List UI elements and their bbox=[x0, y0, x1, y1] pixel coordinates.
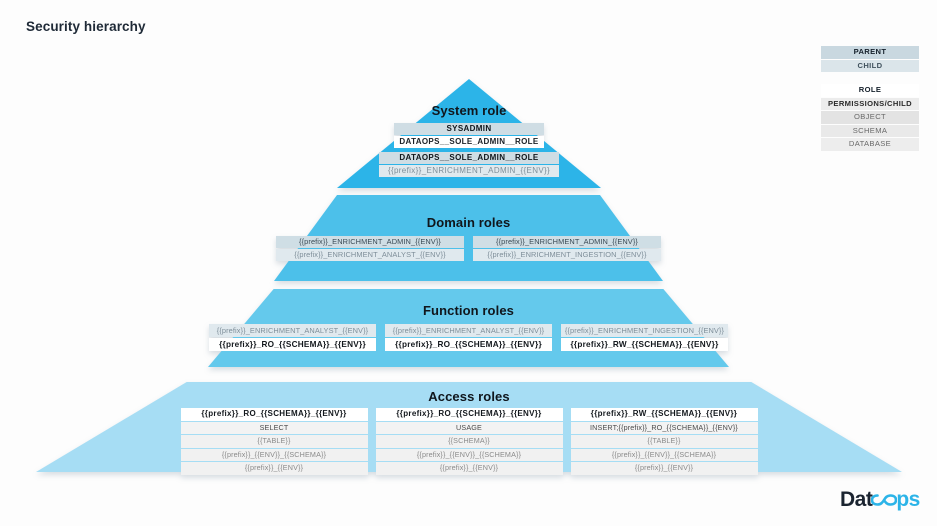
role-card-access-ro-select: {{prefix}}_RO_{{SCHEMA}}_{{ENV}} SELECT … bbox=[180, 408, 368, 476]
role-row-object: {{SCHEMA}} bbox=[375, 435, 563, 448]
role-card-list: {{prefix}}_RO_{{SCHEMA}}_{{ENV}} SELECT … bbox=[180, 408, 758, 476]
role-row-child: {{prefix}}_ENRICHMENT_INGESTION_{{ENV}} bbox=[473, 249, 661, 261]
tier-domain-roles: Domain roles {{prefix}}_ENRICHMENT_ADMIN… bbox=[274, 195, 663, 281]
role-card-list: {{prefix}}_ENRICHMENT_ANALYST_{{ENV}} {{… bbox=[209, 324, 728, 352]
role-row-database: {{prefix}}_{{ENV}} bbox=[570, 462, 758, 475]
diagram-canvas: Security hierarchy PARENT CHILD ROLE PER… bbox=[0, 0, 937, 526]
role-row-child: {{prefix}}_ENRICHMENT_ANALYST_{{ENV}} bbox=[276, 249, 464, 261]
tier-system-role-title: System role bbox=[431, 103, 507, 118]
dataops-logo: Dat ps bbox=[840, 488, 920, 512]
role-row-schema: {{prefix}}_{{ENV}}_{{SCHEMA}} bbox=[570, 448, 758, 461]
role-card-access-ro-usage: {{prefix}}_RO_{{SCHEMA}}_{{ENV}} USAGE {… bbox=[375, 408, 563, 476]
role-row-child: {{prefix}}_RO_{{SCHEMA}}_{{ENV}} bbox=[385, 338, 552, 351]
role-card-function-ro-1: {{prefix}}_ENRICHMENT_ANALYST_{{ENV}} {{… bbox=[209, 324, 376, 352]
role-card-access-rw-insert: {{prefix}}_RW_{{SCHEMA}}_{{ENV}} INSERT;… bbox=[570, 408, 758, 476]
page-title: Security hierarchy bbox=[26, 19, 146, 34]
legend-item-permissions: PERMISSIONS/CHILD bbox=[821, 97, 919, 110]
role-row-parent: {{prefix}}_ENRICHMENT_ANALYST_{{ENV}} bbox=[385, 324, 552, 337]
role-row-role: {{prefix}}_RO_{{SCHEMA}}_{{ENV}} bbox=[180, 408, 368, 421]
role-row-schema: {{prefix}}_{{ENV}}_{{SCHEMA}} bbox=[180, 448, 368, 461]
logo-text-ps: ps bbox=[896, 488, 920, 511]
legend-item-object: OBJECT bbox=[821, 111, 919, 124]
role-row-role: {{prefix}}_RW_{{SCHEMA}}_{{ENV}} bbox=[570, 408, 758, 421]
tier-domain-roles-content: Domain roles {{prefix}}_ENRICHMENT_ADMIN… bbox=[274, 195, 663, 281]
legend-item-schema: SCHEMA bbox=[821, 124, 919, 137]
logo-text-dat: Dat bbox=[840, 488, 873, 511]
tier-access-roles-content: Access roles {{prefix}}_RO_{{SCHEMA}}_{{… bbox=[36, 382, 902, 475]
role-row-schema: {{prefix}}_{{ENV}}_{{SCHEMA}} bbox=[375, 448, 563, 461]
role-row-parent: {{prefix}}_ENRICHMENT_ADMIN_{{ENV}} bbox=[473, 236, 661, 248]
role-row-object: {{TABLE}} bbox=[180, 435, 368, 448]
legend-block-hierarchy: PARENT CHILD bbox=[821, 46, 919, 72]
legend: PARENT CHILD ROLE PERMISSIONS/CHILD OBJE… bbox=[821, 46, 919, 163]
tier-function-roles-title: Function roles bbox=[423, 303, 514, 318]
role-card-function-rw: {{prefix}}_ENRICHMENT_INGESTION_{{ENV}} … bbox=[561, 324, 728, 352]
role-card-function-ro-2: {{prefix}}_ENRICHMENT_ANALYST_{{ENV}} {{… bbox=[385, 324, 552, 352]
role-row-child: DATAOPS__SOLE_ADMIN__ROLE bbox=[394, 136, 544, 148]
legend-item-parent: PARENT bbox=[821, 46, 919, 59]
role-row-object: {{TABLE}} bbox=[570, 435, 758, 448]
role-row-permissions: INSERT;{{prefix}}_RO_{{SCHEMA}}_{{ENV}} bbox=[570, 421, 758, 434]
legend-item-child: CHILD bbox=[821, 59, 919, 72]
role-card-sysadmin: SYSADMIN DATAOPS__SOLE_ADMIN__ROLE bbox=[394, 123, 544, 149]
legend-item-role: ROLE bbox=[821, 84, 919, 97]
role-row-database: {{prefix}}_{{ENV}} bbox=[180, 462, 368, 475]
role-row-child: {{prefix}}_RW_{{SCHEMA}}_{{ENV}} bbox=[561, 338, 728, 351]
role-row-parent: {{prefix}}_ENRICHMENT_ADMIN_{{ENV}} bbox=[276, 236, 464, 248]
tier-access-roles: Access roles {{prefix}}_RO_{{SCHEMA}}_{{… bbox=[36, 382, 902, 475]
role-row-role: {{prefix}}_RO_{{SCHEMA}}_{{ENV}} bbox=[375, 408, 563, 421]
tier-system-role-content: System role SYSADMIN DATAOPS__SOLE_ADMIN… bbox=[337, 79, 601, 188]
role-row-child: {{prefix}}_RO_{{SCHEMA}}_{{ENV}} bbox=[209, 338, 376, 351]
role-row-parent: SYSADMIN bbox=[394, 123, 544, 135]
role-row-database: {{prefix}}_{{ENV}} bbox=[375, 462, 563, 475]
role-row-parent: {{prefix}}_ENRICHMENT_INGESTION_{{ENV}} bbox=[561, 324, 728, 337]
role-row-parent: DATAOPS__SOLE_ADMIN__ROLE bbox=[379, 152, 559, 164]
role-card-domain-analyst: {{prefix}}_ENRICHMENT_ADMIN_{{ENV}} {{pr… bbox=[276, 236, 464, 262]
role-row-child: {{prefix}}_ENRICHMENT_ADMIN_{{ENV}} bbox=[379, 165, 559, 177]
role-row-permissions: USAGE bbox=[375, 421, 563, 434]
legend-block-structure: ROLE PERMISSIONS/CHILD OBJECT SCHEMA DAT… bbox=[821, 84, 919, 151]
legend-item-database: DATABASE bbox=[821, 138, 919, 151]
infinity-icon bbox=[871, 491, 898, 509]
role-card-domain-ingestion: {{prefix}}_ENRICHMENT_ADMIN_{{ENV}} {{pr… bbox=[473, 236, 661, 262]
tier-domain-roles-title: Domain roles bbox=[426, 215, 511, 230]
tier-function-roles: Function roles {{prefix}}_ENRICHMENT_ANA… bbox=[208, 289, 729, 367]
role-row-permissions: SELECT bbox=[180, 421, 368, 434]
tier-function-roles-content: Function roles {{prefix}}_ENRICHMENT_ANA… bbox=[208, 289, 729, 367]
tier-system-role: System role SYSADMIN DATAOPS__SOLE_ADMIN… bbox=[337, 79, 601, 188]
role-card-dataops-admin: DATAOPS__SOLE_ADMIN__ROLE {{prefix}}_ENR… bbox=[379, 152, 559, 178]
role-row-parent: {{prefix}}_ENRICHMENT_ANALYST_{{ENV}} bbox=[209, 324, 376, 337]
tier-access-roles-title: Access roles bbox=[428, 389, 510, 404]
role-card-list: {{prefix}}_ENRICHMENT_ADMIN_{{ENV}} {{pr… bbox=[276, 236, 661, 262]
